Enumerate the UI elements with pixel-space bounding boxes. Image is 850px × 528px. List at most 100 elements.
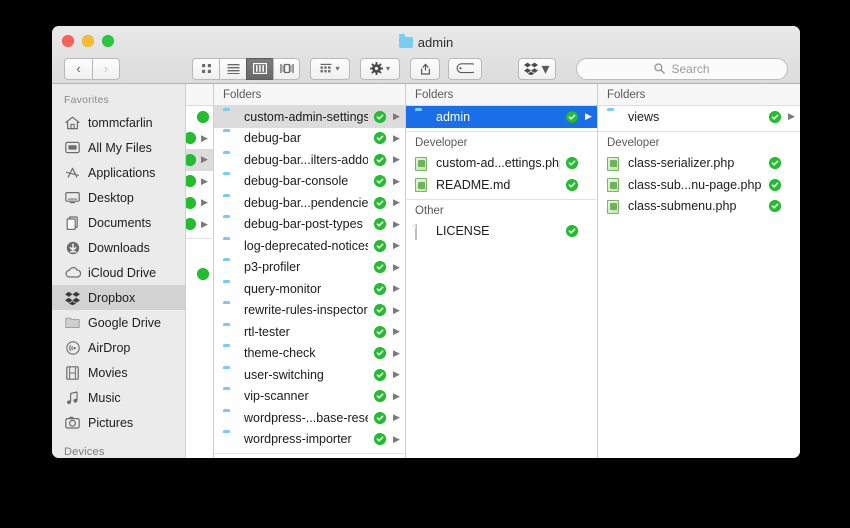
disclosure-arrow-icon[interactable]: ▶ [200,176,209,186]
disclosure-arrow-icon[interactable]: ▶ [392,391,401,401]
sidebar-item-music[interactable]: Music [52,385,185,410]
list-item[interactable] [186,106,213,128]
arrange-button[interactable]: ▾ [310,57,350,80]
forward-button[interactable]: › [92,57,120,80]
file-row[interactable]: p3-profiler ▶ [214,257,405,279]
list-view-button[interactable] [219,57,246,80]
action-button[interactable]: ▾ [360,57,400,80]
file-row[interactable]: theme-check ▶ [214,343,405,365]
sidebar: Favorites tommcfarlin All My Files Applica… [52,84,186,458]
sidebar-item-icloud-drive[interactable]: iCloud Drive [52,260,185,285]
disclosure-arrow-icon[interactable]: ▶ [392,219,401,229]
disclosure-arrow-icon[interactable]: ▶ [200,219,209,229]
sidebar-item-documents[interactable]: Documents [52,210,185,235]
sidebar-item-movies[interactable]: Movies [52,360,185,385]
disclosure-arrow-icon[interactable]: ▶ [392,155,401,164]
column-2[interactable]: Folders admin ▶ Developer custom-ad...ettin… [406,84,598,458]
column-group-label: Other [406,198,597,221]
list-item[interactable]: ▶ [186,128,213,150]
list-item[interactable]: ▶ [186,192,213,214]
back-button[interactable]: ‹ [64,57,92,80]
dropbox-button[interactable]: ▾ [518,57,556,80]
file-row[interactable]: class-submenu.php▶ [598,196,800,218]
disclosure-arrow-icon[interactable]: ▶ [200,133,209,143]
file-row[interactable]: debug-bar...pendencies ▶ [214,192,405,214]
disclosure-arrow-icon[interactable]: ▶ [392,112,401,121]
file-name: p3-profiler [244,260,301,275]
chevron-down-icon: ▾ [541,60,550,78]
folder-icon [223,196,238,209]
file-row[interactable]: class-serializer.php▶ [598,153,800,175]
disclosure-arrow-icon[interactable]: ▶ [392,284,401,293]
file-row[interactable]: class-sub...nu-page.php▶ [598,174,800,196]
disclosure-arrow-icon[interactable]: ▶ [392,305,401,315]
sidebar-item-all-my-files[interactable]: All My Files [52,135,185,160]
disclosure-arrow-icon[interactable]: ▶ [787,112,796,121]
file-row[interactable]: log-deprecated-notices ▶ [214,235,405,257]
disclosure-arrow-icon[interactable]: ▶ [584,112,593,121]
disclosure-arrow-icon[interactable]: ▶ [392,327,401,336]
file-name: wordpress-importer [244,432,352,447]
column-1[interactable]: Folders custom-admin-settings ▶ debug-bar ▶… [214,84,406,458]
chevron-left-icon: ‹ [76,61,81,76]
file-row[interactable]: custom-ad...ettings.php▶ [406,153,597,175]
list-item[interactable]: ▶ [186,149,213,171]
list-item[interactable]: ▶ [186,171,213,193]
sidebar-item-pictures[interactable]: Pictures [52,410,185,435]
file-row[interactable]: LICENSE▶ [406,221,597,243]
list-item[interactable] [186,263,213,285]
file-row[interactable]: debug-bar ▶ [214,128,405,150]
all-my-files-icon [64,139,81,156]
file-name: log-deprecated-notices [244,238,368,253]
disclosure-arrow-icon[interactable]: ▶ [392,413,401,422]
share-button[interactable] [410,57,440,80]
file-row[interactable]: admin ▶ [406,106,597,128]
list-item[interactable]: ▶ [186,214,213,236]
sidebar-item-applications[interactable]: Applications [52,160,185,185]
file-row[interactable]: wordpress-importer ▶ [214,429,405,451]
disclosure-arrow-icon[interactable]: ▶ [392,241,401,250]
sync-badge-icon [186,175,196,188]
disclosure-arrow-icon[interactable]: ▶ [392,370,401,379]
search-input[interactable]: Search [576,57,788,80]
sidebar-item-google-drive[interactable]: Google Drive [52,310,185,335]
file-row[interactable]: debug-bar-console ▶ [214,171,405,193]
file-row[interactable]: rewrite-rules-inspector ▶ [214,300,405,322]
sidebar-item-tommcfarlin[interactable]: tommcfarlin [52,110,185,135]
file-row[interactable]: vip-scanner ▶ [214,386,405,408]
sidebar-section-devices: Devices [64,446,105,458]
file-row[interactable]: debug-bar...ilters-addon ▶ [214,149,405,171]
file-row[interactable]: debug-bar-post-types ▶ [214,214,405,236]
pictures-icon [64,414,81,431]
sidebar-item-airdrop[interactable]: AirDrop [52,335,185,360]
file-row[interactable]: custom-admin-settings ▶ [214,106,405,128]
coverflow-view-button[interactable] [273,57,300,80]
disclosure-arrow-icon[interactable]: ▶ [200,155,209,164]
disclosure-arrow-icon[interactable]: ▶ [392,262,401,272]
column-3[interactable]: Folders views ▶ Developer class-serializer.… [598,84,800,458]
file-row[interactable]: rtl-tester ▶ [214,321,405,343]
icon-view-button[interactable] [192,57,219,80]
disclosure-arrow-icon[interactable]: ▶ [200,198,209,207]
folder-icon [223,282,238,295]
file-row[interactable]: wordpress-...base-reset ▶ [214,407,405,429]
tag-button[interactable] [448,57,482,80]
sidebar-item-desktop[interactable]: Desktop [52,185,185,210]
disclosure-arrow-icon[interactable]: ▶ [392,434,401,444]
column-view-button[interactable] [246,57,273,80]
column-partial-previous[interactable]: ▶ ▶ ▶ ▶ ▶ [186,84,214,458]
documents-icon [64,214,81,231]
disclosure-arrow-icon[interactable]: ▶ [392,198,401,207]
file-row[interactable]: README.md▶ [406,174,597,196]
file-row[interactable]: user-switching ▶ [214,364,405,386]
disclosure-arrow-icon[interactable]: ▶ [392,176,401,186]
disclosure-arrow-icon[interactable]: ▶ [392,133,401,143]
sidebar-item-downloads[interactable]: Downloads [52,235,185,260]
sync-badge-icon [186,132,196,145]
folder-icon [223,153,238,166]
sidebar-item-dropbox[interactable]: Dropbox [52,285,185,310]
file-row[interactable]: query-monitor ▶ [214,278,405,300]
file-row[interactable]: views ▶ [598,106,800,128]
disclosure-arrow-icon[interactable]: ▶ [392,348,401,358]
search-icon [654,63,666,74]
